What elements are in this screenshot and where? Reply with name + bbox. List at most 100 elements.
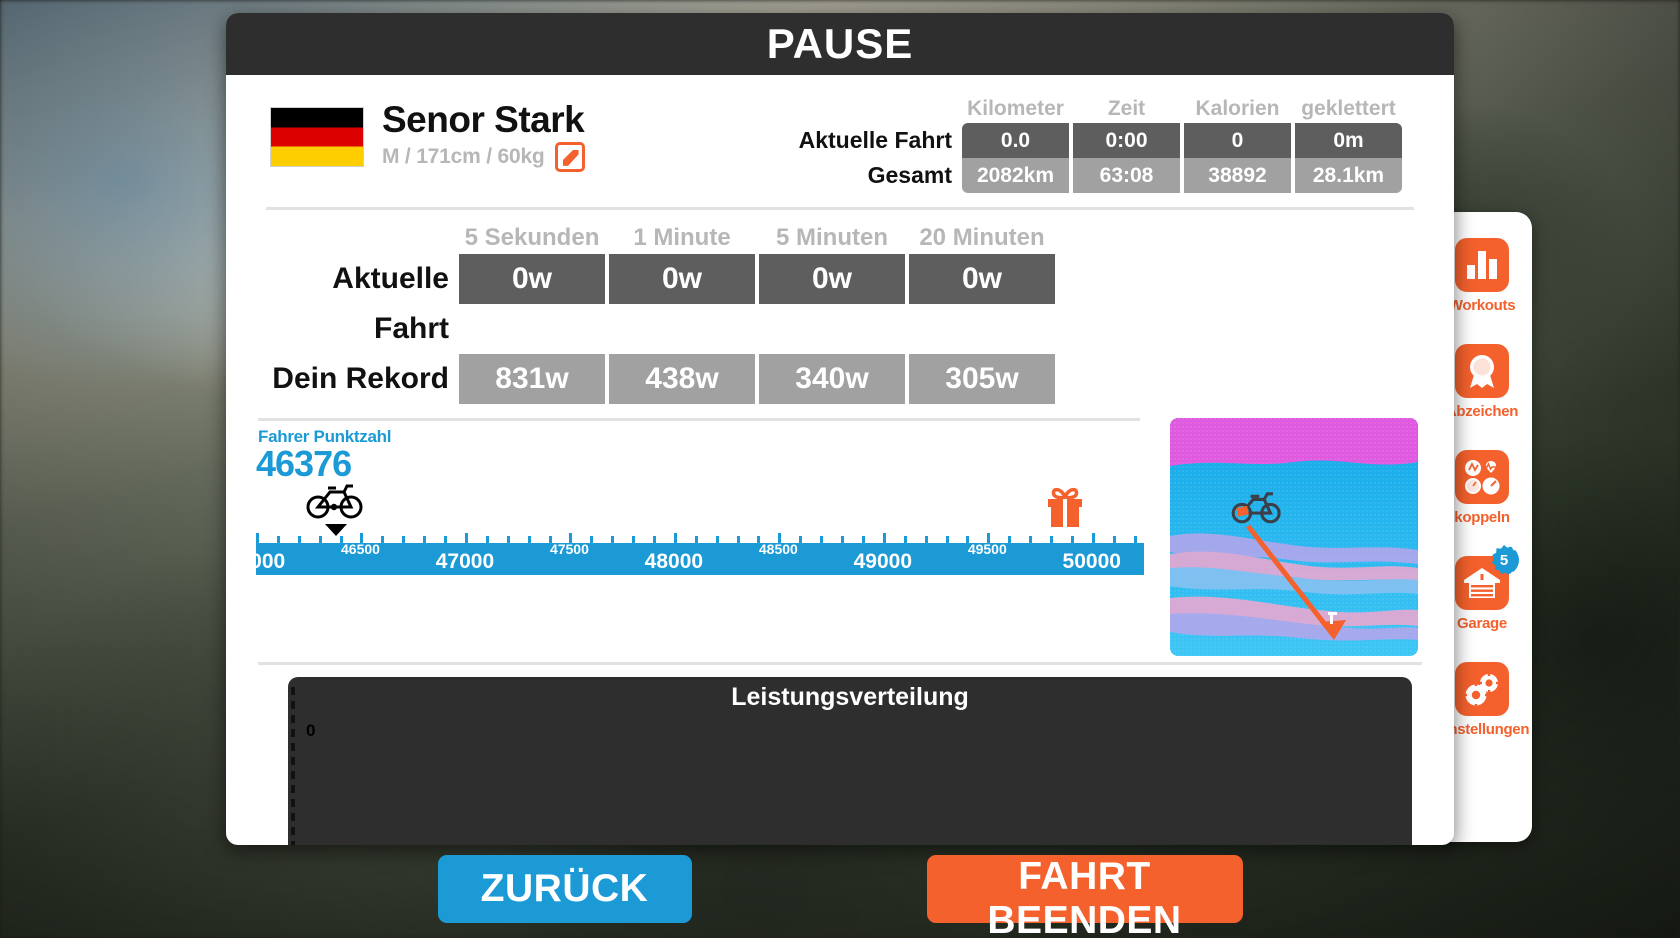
power-distribution-chart: Leistungsverteilung 0 100150200250300350… [248,677,1432,845]
power-col-header: 5 Sekunden [464,224,600,251]
score-tick [276,536,280,544]
score-major-label: 50000 [1062,550,1121,574]
score-tick [694,536,698,544]
totals-cell: 0 [1184,123,1291,158]
divider [266,207,1414,210]
chart-plot-area: Leistungsverteilung 0 [288,677,1412,845]
edit-pencil-icon[interactable] [554,141,585,172]
score-tick [861,536,865,544]
totals-cell: 28.1km [1295,158,1402,193]
rider-meta-line: M / 171cm / 60kg [382,141,585,172]
totals-cell: 0.0 [962,123,1069,158]
rail-label-workouts: Workouts [1448,297,1516,314]
end-ride-button[interactable]: FAHRT BEENDEN [926,855,1243,938]
totals-cell: 0m [1295,123,1402,158]
rail-label-koppeln: koppeln [1454,509,1510,526]
score-tick [1070,536,1074,544]
score-tick [1049,536,1053,544]
score-tick [652,536,656,544]
score-tick [590,536,594,544]
score-tick [903,536,907,544]
germany-flag-icon [270,107,364,167]
totals-table: Kilometer Zeit Kalorien geklettert Aktue… [799,97,1432,193]
score-tick [402,536,406,544]
profile-name-block: Senor Stark M / 171cm / 60kg [382,97,585,172]
power-col-header: 5 Minuten [776,224,888,251]
totals-row-label: Gesamt [867,162,952,188]
score-progress-labels: 46000 47000 48000 49000 50000 46500 47500 48500… [227,541,1144,575]
score-tick [820,536,824,544]
divider [258,662,1422,665]
gears-settings-icon [1455,662,1509,716]
power-cell: 438w [609,354,755,404]
totals-cell: 2082km [962,158,1069,193]
score-minor-label: 48500 [758,541,798,558]
score-major-label: 46000 [226,550,286,574]
award-ribbon-icon [1455,344,1509,398]
rider-score-section: Fahrer Punktzahl 46376 46000 47000 48000… [227,418,1170,656]
divider [258,418,1140,421]
totals-cell: 63:08 [1073,158,1180,193]
score-major-label: 48000 [644,550,704,574]
power-row-label: Dein Rekord [272,362,449,395]
rail-label-abzeichen: Abzeichen [1445,403,1519,420]
rider-meta: M / 171cm / 60kg [382,144,545,168]
score-tick [1091,533,1095,544]
score-tick [841,536,845,544]
score-tick [297,536,301,544]
pause-dialog: PAUSE Senor Stark M / 171cm / 60kg Kilom… [226,13,1454,845]
totals-col-header: geklettert [1301,97,1396,120]
power-cell: 0w [459,254,605,304]
dialog-title: PAUSE [226,13,1454,75]
score-tick [423,536,427,544]
totals-cell: 38892 [1184,158,1291,193]
score-tick [464,533,468,544]
score-and-map-row: Fahrer Punktzahl 46376 46000 47000 48000… [227,418,1432,656]
score-tick [924,536,928,544]
score-tick [527,536,531,544]
totals-col-header: Kilometer [967,97,1064,120]
route-minimap[interactable] [1170,418,1418,656]
score-tick [1029,536,1033,544]
sensors-pairing-icon [1455,450,1509,504]
score-tick [715,536,719,544]
power-cell: 831w [459,354,605,404]
totals-col-header: Zeit [1107,97,1146,120]
power-cell: 0w [759,254,905,304]
score-minor-label: 49500 [967,541,1007,558]
rail-label-garage: Garage [1457,615,1507,632]
score-progress-bar: 46000 47000 48000 49000 50000 46500 47500 48500… [227,533,1144,576]
score-tick [632,536,636,544]
totals-cell: 0:00 [1073,123,1180,158]
back-button[interactable]: ZURÜCK [437,855,692,923]
score-tick [485,536,489,544]
score-tick [318,536,322,544]
score-major-label: 49000 [853,550,913,574]
score-tick [945,536,949,544]
score-tick [736,536,740,544]
power-cell: 0w [609,254,755,304]
rider-score-value: 46376 [256,443,352,484]
score-tick [882,533,886,544]
rider-score-progress: 46000 47000 48000 49000 50000 46500 47500 48500… [227,483,1150,576]
score-tick [444,536,448,544]
score-tick [506,536,510,544]
score-tick [1133,536,1137,544]
totals-row-label: Aktuelle Fahrt [798,127,952,153]
score-tick [799,536,803,544]
power-col-header: 1 Minute [633,224,731,251]
rider-name: Senor Stark [382,99,585,140]
score-tick [256,533,259,544]
rider-score-label: Fahrer Punktzahl [258,427,392,446]
chart-y-axis [291,687,295,845]
power-cell: 0w [909,254,1055,304]
power-cell: 340w [759,354,905,404]
score-tick [381,536,385,544]
totals-col-header: Kalorien [1195,97,1280,120]
dialog-footer: ZURÜCK FAHRT BEENDEN [0,855,1680,938]
score-tick [1008,536,1012,544]
score-minor-label: 47500 [549,541,589,558]
score-tick [1112,536,1116,544]
power-row-label: Aktuelle Fahrt [332,262,449,345]
marker-caret [324,524,347,537]
